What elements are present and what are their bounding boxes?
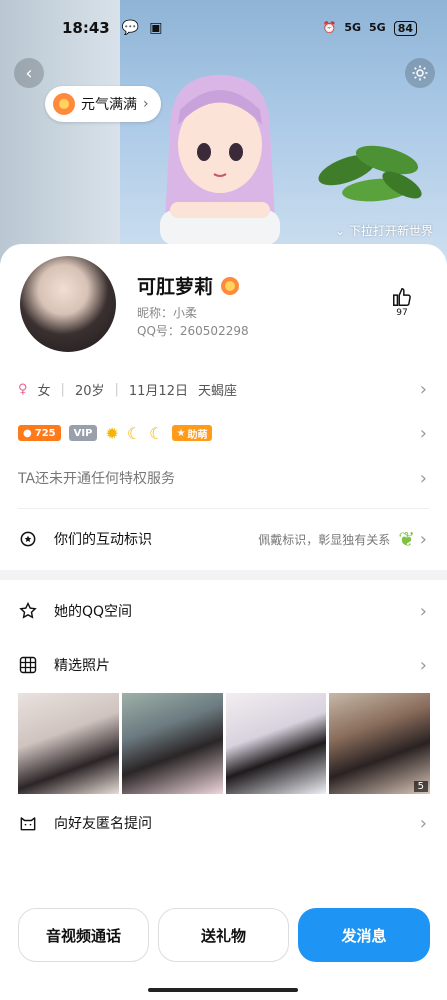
sprout-icon: ❦ — [398, 527, 415, 551]
privilege-row[interactable]: TA还未开通任何特权服务 › — [0, 466, 447, 490]
level-badge: ● 725 — [18, 425, 61, 441]
chevron-left-icon: ‹ — [25, 62, 33, 84]
sun-icon: ✹ — [105, 423, 119, 443]
badges-row[interactable]: ● 725 VIP ✹ ☾ ☾ ★ 助萌 › — [0, 422, 447, 444]
back-button[interactable]: ‹ — [14, 58, 44, 88]
badge-gear-icon — [20, 531, 36, 547]
star-icon: ★ — [176, 427, 186, 439]
photo-thumbnail[interactable] — [121, 693, 223, 794]
privilege-text: TA还未开通任何特权服务 — [18, 471, 176, 487]
divider — [18, 508, 429, 509]
wechat-icon: 💬 — [121, 20, 140, 36]
moon-icon: ☾ — [126, 423, 142, 443]
interaction-label: 你们的互动标识 — [54, 532, 152, 548]
tag-label: 助萌 — [187, 429, 208, 441]
chevron-right-icon: › — [419, 422, 427, 444]
pull-down-hint[interactable]: ⌄ 下拉打开新世界 — [335, 222, 433, 239]
vip-badge: VIP — [68, 425, 98, 441]
alarm-icon: ⏰ — [322, 20, 337, 34]
nickname: 昵称：小柔 — [137, 306, 198, 320]
photo-strip: 5 — [18, 693, 430, 794]
app-notification-icon: ▣ — [149, 20, 163, 36]
moon-icon: ☾ — [149, 423, 164, 443]
grid-icon — [19, 656, 37, 674]
ask-label: 向好友匿名提问 — [54, 816, 152, 832]
qzone-label: 她的QQ空间 — [54, 604, 133, 620]
gear-icon — [412, 65, 428, 81]
photo-thumbnail[interactable]: 5 — [329, 693, 430, 794]
send-gift-button[interactable]: 送礼物 — [158, 908, 289, 962]
interaction-hint: 佩戴标识，彰显独有关系 — [258, 532, 391, 547]
chevron-right-icon: › — [419, 812, 427, 834]
age: 20岁 — [74, 383, 105, 399]
pull-hint-text: 下拉打开新世界 — [348, 224, 433, 238]
send-message-button[interactable]: 发消息 — [298, 908, 430, 962]
chevron-right-icon: › — [419, 467, 427, 489]
separator: | — [114, 381, 119, 397]
separator: | — [60, 381, 65, 397]
status-bar: 18:43 💬 ▣ ⏰ 5G 5G 84 — [0, 0, 447, 56]
profile-name: 可肛萝莉 — [137, 276, 214, 298]
video-call-button[interactable]: 音视频通话 — [18, 908, 149, 962]
plant-decoration — [318, 145, 422, 202]
thumbs-up-icon — [393, 288, 411, 306]
status-time: 18:43 — [62, 19, 110, 37]
profile-card: 可肛萝莉 昵称：小柔 QQ号：260502298 97 ♀ 女 | 20岁 | … — [0, 244, 447, 1000]
avatar[interactable] — [18, 254, 118, 354]
status-left-icons: 💬 ▣ — [122, 20, 163, 36]
settings-button[interactable] — [405, 58, 435, 88]
double-chevron-down-icon: ⌄ — [334, 223, 345, 238]
mood-emoji-small-icon — [221, 276, 240, 295]
mood-label: 元气满满 — [81, 97, 137, 113]
female-icon: ♀ — [18, 381, 28, 397]
birthday: 11月12日 — [128, 383, 188, 399]
level-value: 725 — [34, 427, 56, 439]
like-count: 97 — [396, 308, 408, 318]
photos-label: 精选照片 — [54, 658, 110, 674]
qq-number: QQ号：260502298 — [137, 324, 249, 338]
section-divider — [0, 570, 447, 580]
like-button[interactable]: 97 — [391, 286, 413, 318]
zodiac: 天蝎座 — [197, 383, 237, 399]
photo-thumbnail[interactable] — [225, 693, 327, 794]
chevron-right-icon: › — [419, 600, 427, 622]
battery-icon: 84 — [393, 20, 417, 36]
photo-count-badge: 5 — [413, 781, 428, 792]
chevron-right-icon: › — [419, 378, 427, 400]
status-right-icons: ⏰ 5G 5G 84 — [322, 20, 417, 36]
interaction-mark-row[interactable]: 你们的互动标识 佩戴标识，彰显独有关系 ❦ › — [0, 526, 447, 552]
cat-icon — [20, 817, 36, 831]
mood-emoji-icon — [53, 93, 75, 115]
photo-thumbnail[interactable] — [18, 693, 119, 794]
gender: 女 — [37, 383, 51, 399]
chevron-right-icon: › — [419, 528, 427, 550]
photos-row[interactable]: 精选照片 › — [0, 652, 447, 678]
signal-2-icon: 5G — [369, 20, 386, 34]
action-bar: 音视频通话 送礼物 发消息 — [18, 908, 430, 962]
anonymous-question-row[interactable]: 向好友匿名提问 › — [0, 810, 447, 836]
mood-status-bubble[interactable]: 元气满满 › — [45, 86, 161, 122]
qzone-row[interactable]: 她的QQ空间 › — [0, 598, 447, 624]
signal-1-icon: 5G — [344, 20, 361, 34]
tag-badge: ★ 助萌 — [171, 425, 213, 441]
chevron-right-icon: › — [143, 96, 149, 112]
home-indicator[interactable] — [148, 988, 298, 992]
3d-avatar-figure — [160, 75, 280, 245]
profile-name-row: 可肛萝莉 — [137, 272, 240, 299]
basic-info-row[interactable]: ♀ 女 | 20岁 | 11月12日 天蝎座 › — [0, 378, 447, 400]
sun-level-icon: ● — [23, 427, 32, 439]
star-outline-icon — [19, 601, 37, 619]
chevron-right-icon: › — [419, 654, 427, 676]
